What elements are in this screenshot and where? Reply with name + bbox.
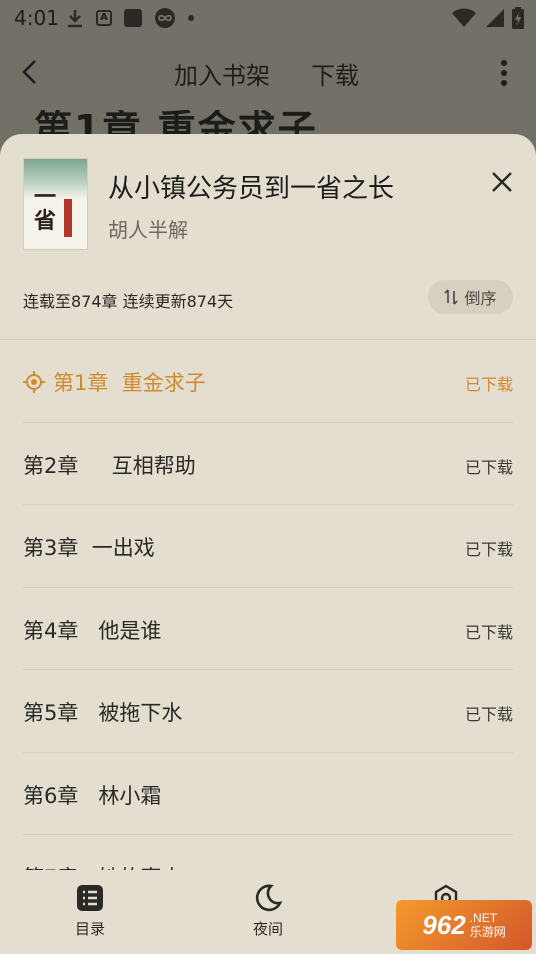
download-button[interactable]: 下载 <box>311 56 359 91</box>
a-icon: A <box>96 10 112 26</box>
dot-icon <box>188 15 194 21</box>
add-to-shelf-button[interactable]: 加入书架 <box>174 56 270 91</box>
close-icon[interactable] <box>490 170 514 194</box>
status-system-icons <box>452 7 524 29</box>
book-title: 从小镇公务员到一省之长 <box>108 174 395 204</box>
chapter-status: 已下载 <box>464 622 513 642</box>
watermark-name: 乐游网 <box>469 925 506 939</box>
serial-status: 连载至874章 连续更新874天 <box>23 292 234 311</box>
chapter-status: 已下载 <box>464 540 513 559</box>
cover-art: 一省 <box>34 184 57 234</box>
nav-toc-label: 目录 <box>74 920 105 938</box>
chapter-row[interactable]: 第3章 一出戏 已下载 <box>23 505 513 588</box>
chapter-status: 已下载 <box>464 375 513 394</box>
chapter-title: 第3章 一出戏 <box>23 536 155 560</box>
chapter-row[interactable]: 第2章 互相帮助 已下载 <box>23 423 513 505</box>
watermark-text: .NET 乐游网 <box>470 911 506 939</box>
more-icon[interactable] <box>500 60 508 86</box>
reader-top-bar: 加入书架 下载 <box>0 36 536 110</box>
nav-toc[interactable]: 目录 <box>50 884 130 939</box>
watermark-logo: 962 .NET 乐游网 <box>396 900 532 950</box>
status-notification-icons: A <box>66 8 194 28</box>
back-icon[interactable] <box>18 58 42 86</box>
battery-icon <box>512 7 524 29</box>
sort-order-button[interactable]: 倒序 <box>428 280 513 314</box>
watermark-domain: .NET <box>469 911 498 925</box>
chapter-title: 第5章 被拖下水 <box>23 701 183 725</box>
download-icon <box>68 10 82 28</box>
chapter-sheet: 一省 从小镇公务员到一省之长 胡人半解 连载至874章 连续更新874天 倒序 … <box>0 134 536 874</box>
status-time: 4:01 <box>14 6 59 30</box>
chapter-title: 第1章 重金求子 <box>53 371 206 395</box>
sort-label: 倒序 <box>464 289 497 308</box>
book-cover[interactable]: 一省 <box>23 158 88 250</box>
watermark-brand: 962 <box>422 909 466 940</box>
chapter-row[interactable]: 第4章 他是谁 已下载 <box>23 588 513 670</box>
chapter-row[interactable]: 第5章 被拖下水 已下载 <box>23 670 513 753</box>
sort-icon <box>444 289 459 305</box>
chapter-row-current[interactable]: 第1章 重金求子 已下载 <box>23 340 513 423</box>
nav-night-label: 夜间 <box>252 920 283 938</box>
book-author: 胡人半解 <box>108 218 188 242</box>
chapter-title: 第7章 她的事由 <box>23 862 182 870</box>
cover-seal <box>64 199 72 237</box>
chapter-title: 第4章 他是谁 <box>23 618 162 643</box>
infinity-icon <box>155 8 175 28</box>
nav-night[interactable]: 夜间 <box>228 884 308 939</box>
chapter-list[interactable]: 第1章 重金求子 已下载 第2章 互相帮助 已下载 第3章 一出戏 已下载 第4… <box>0 340 536 870</box>
status-bar: 4:01 A <box>0 0 536 36</box>
chapter-row[interactable]: 第6章 林小霜 <box>23 753 513 835</box>
toc-icon <box>77 885 103 911</box>
app-icon <box>124 9 142 27</box>
chapter-status: 已下载 <box>464 705 513 724</box>
chapter-title: 第2章 互相帮助 <box>23 453 196 478</box>
chapter-title: 第6章 林小霜 <box>23 783 162 808</box>
chapter-row[interactable]: 第7章 她的事由 <box>23 835 513 870</box>
locate-icon <box>23 371 45 393</box>
moon-icon <box>255 884 282 912</box>
signal-icon <box>486 9 504 27</box>
chapter-status: 已下载 <box>464 457 513 477</box>
wifi-icon <box>452 8 476 27</box>
